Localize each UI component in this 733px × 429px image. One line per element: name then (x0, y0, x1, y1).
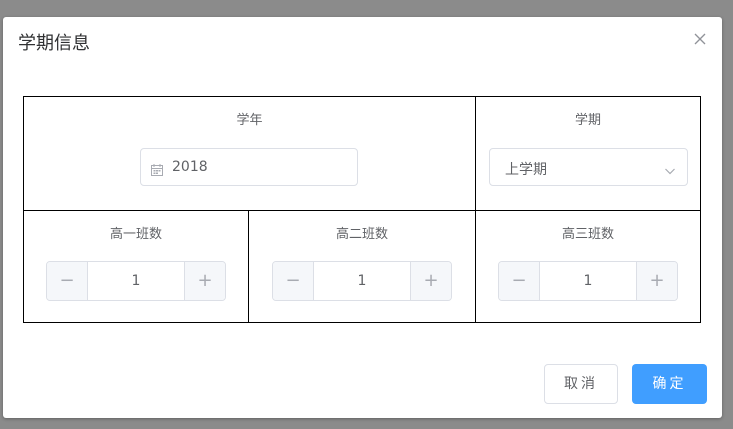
grade2-label: 高二班数 (335, 227, 388, 242)
cancel-button[interactable]: 取消 (544, 364, 618, 404)
grade2-stepper: − 1 + (272, 261, 452, 301)
decrease-button[interactable]: − (499, 262, 540, 300)
increase-button[interactable]: + (636, 262, 677, 300)
grade1-label: 高一班数 (109, 227, 162, 242)
year-cell: 学年 2018 (24, 97, 475, 210)
grade1-count[interactable]: 1 (87, 262, 185, 300)
increase-button[interactable]: + (184, 262, 225, 300)
chevron-down-icon (664, 162, 676, 175)
decrease-button[interactable]: − (47, 262, 88, 300)
calendar-icon (151, 161, 163, 176)
term-info-dialog: 学期信息 学年 2018 学期 上学期 高一班数 − 1 + 高二班数 − 1 … (3, 17, 722, 418)
term-value: 上学期 (505, 162, 547, 178)
increase-button[interactable]: + (410, 262, 451, 300)
grade3-label: 高三班数 (561, 227, 614, 242)
term-label: 学期 (574, 113, 601, 128)
confirm-button[interactable]: 确定 (632, 364, 707, 404)
dialog-title: 学期信息 (18, 33, 90, 54)
grade2-cell: 高二班数 − 1 + (249, 211, 475, 322)
decrease-button[interactable]: − (273, 262, 314, 300)
year-picker[interactable]: 2018 (140, 148, 358, 186)
term-form-table: 学年 2018 学期 上学期 高一班数 − 1 + 高二班数 − 1 + 高三班… (23, 96, 701, 323)
grade2-count[interactable]: 1 (313, 262, 411, 300)
grade3-stepper: − 1 + (498, 261, 678, 301)
grade1-cell: 高一班数 − 1 + (24, 211, 248, 322)
year-label: 学年 (236, 113, 263, 128)
grade3-cell: 高三班数 − 1 + (476, 211, 700, 322)
term-cell: 学期 上学期 (476, 97, 700, 210)
grade1-stepper: − 1 + (46, 261, 226, 301)
grade3-count[interactable]: 1 (539, 262, 637, 300)
close-icon[interactable] (692, 31, 708, 47)
term-select[interactable]: 上学期 (489, 148, 688, 186)
year-value: 2018 (172, 159, 208, 175)
